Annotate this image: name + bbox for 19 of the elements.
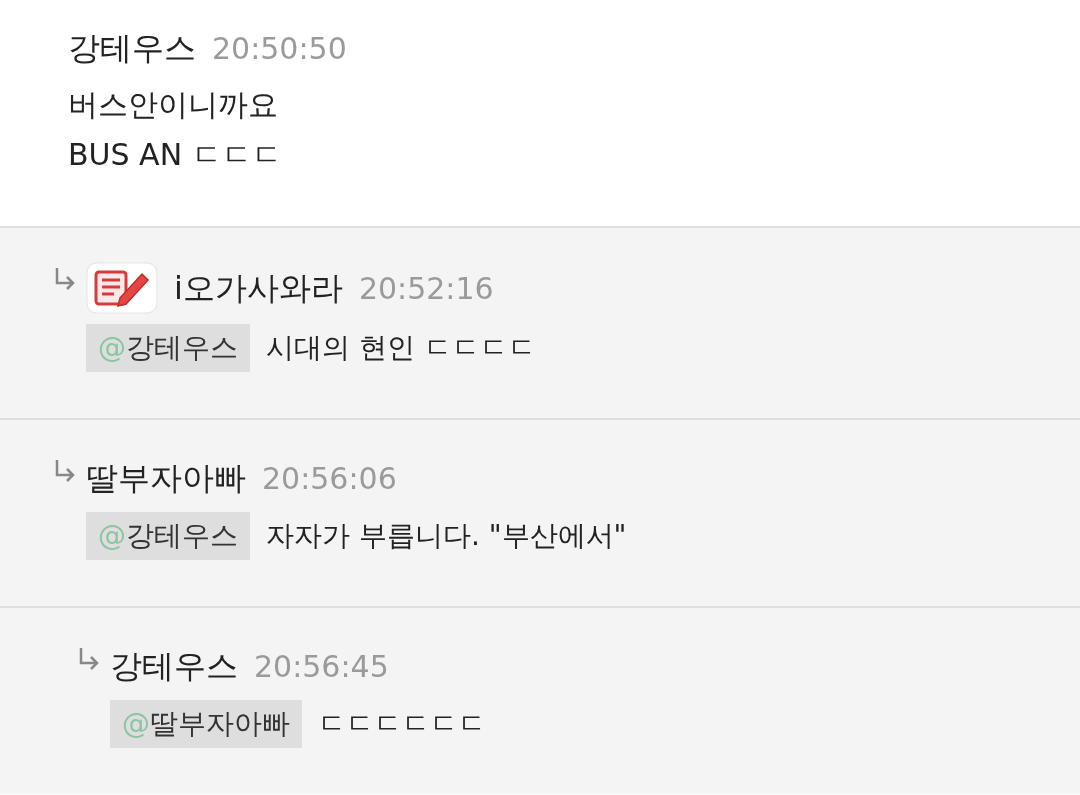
- author-name: 딸부자아빠: [86, 458, 246, 499]
- mention-name: 딸부자아빠: [150, 706, 290, 742]
- at-sign: @: [98, 518, 126, 554]
- author-name: 강테우스: [110, 646, 238, 687]
- message-text: BUS AN ㄷㄷㄷ: [68, 136, 283, 174]
- mention-name: 강테우스: [126, 518, 238, 554]
- timestamp: 20:56:06: [262, 459, 397, 498]
- author-name: i오가사와라: [174, 268, 343, 309]
- mention-name: 강테우스: [126, 330, 238, 366]
- timestamp: 20:50:50: [212, 30, 347, 68]
- at-sign: @: [122, 706, 150, 742]
- author-name: 강테우스: [68, 28, 196, 69]
- reply-text: 자자가 부릅니다. "부산에서": [266, 518, 627, 554]
- at-sign: @: [98, 330, 126, 366]
- timestamp: 20:52:16: [358, 269, 494, 308]
- message-text: 버스안이니까요: [68, 86, 279, 124]
- timestamp: 20:56:45: [254, 647, 389, 686]
- reply-text: ㄷㄷㄷㄷㄷㄷ: [318, 706, 486, 742]
- reply-text: 시대의 현인 ㄷㄷㄷㄷ: [266, 330, 536, 366]
